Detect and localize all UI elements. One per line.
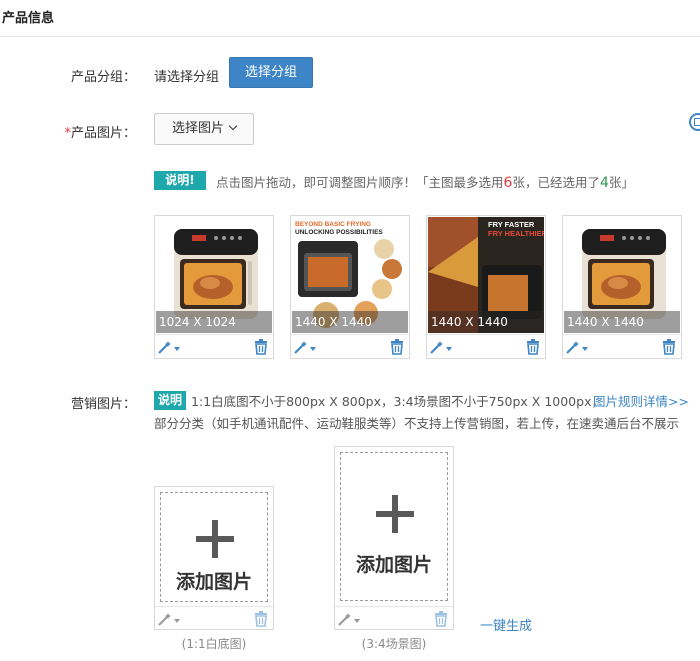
magic-wand-menu[interactable] — [294, 339, 316, 355]
magic-wand-icon — [294, 341, 307, 354]
add-image-dropzone[interactable]: 添加图片 — [340, 452, 448, 601]
delete-image-button[interactable] — [434, 611, 448, 631]
product-thumbnail[interactable]: 1440 X 1440 — [564, 217, 680, 333]
delete-image-button[interactable] — [254, 339, 268, 359]
marketing-size-rules: 1:1白底图不小于800px X 800px，3:4场景图不小于750px X … — [191, 394, 604, 409]
card-toolbar — [291, 334, 409, 359]
select-images-label: 选择图片 — [171, 121, 224, 136]
caret-down-icon — [446, 346, 452, 351]
image-size-label: 1440 X 1440 — [564, 311, 680, 333]
chevron-down-icon — [228, 121, 238, 131]
thumb-overlay-line2: UNLOCKING POSSIBILITIES — [295, 229, 383, 236]
image-bank-icon[interactable] — [689, 113, 700, 131]
scene-image-caption: (3:4场景图) — [361, 637, 427, 651]
card-toolbar — [427, 334, 545, 359]
add-image-label: 添加图片 — [175, 571, 252, 593]
magic-wand-icon — [158, 341, 171, 354]
note-text-b: 张，已经选用了 — [512, 175, 600, 190]
used-count: 4 — [599, 175, 609, 191]
caret-down-icon — [354, 618, 360, 623]
marketing-note-tag: 说明 — [154, 391, 186, 410]
magic-wand-icon — [338, 613, 351, 626]
caret-down-icon — [582, 346, 588, 351]
trash-icon — [435, 611, 447, 627]
note-text-a: 点击图片拖动，即可调整图片顺序！「主图最多选用 — [216, 175, 504, 190]
caret-down-icon — [174, 618, 180, 623]
add-square-image-card[interactable]: 添加图片 — [154, 486, 274, 630]
magic-wand-menu[interactable] — [158, 611, 180, 627]
magic-wand-menu[interactable] — [158, 339, 180, 355]
card-toolbar — [155, 606, 273, 630]
group-value: 请选择分组 — [154, 70, 220, 85]
product-thumbnail[interactable]: 1024 X 1024 — [156, 217, 272, 333]
plus-icon — [376, 495, 414, 533]
image-size-label: 1440 X 1440 — [292, 311, 408, 333]
note-tag: 说明! — [154, 171, 206, 190]
delete-image-button[interactable] — [662, 339, 676, 359]
delete-image-button[interactable] — [526, 339, 540, 359]
add-image-dropzone[interactable]: 添加图片 — [160, 492, 268, 602]
plus-icon — [196, 520, 234, 558]
magic-wand-menu[interactable] — [338, 611, 360, 627]
image-card[interactable]: 1024 X 1024 — [154, 215, 274, 359]
image-card[interactable]: FRY FASTER FRY HEALTHIER 1440 X 1440 — [426, 215, 546, 359]
select-images-button[interactable]: 选择图片 — [154, 113, 254, 145]
marketing-category-note: 部分分类（如手机通讯配件、运动鞋服类等）不支持上传营销图，若上传，在速卖通后台不… — [154, 416, 680, 431]
images-label: 产品图片： — [70, 126, 136, 141]
product-thumbnail[interactable]: FRY FASTER FRY HEALTHIER 1440 X 1440 — [428, 217, 544, 333]
magic-wand-menu[interactable] — [566, 339, 588, 355]
group-label: 产品分组： — [70, 70, 136, 85]
trash-icon — [391, 339, 403, 355]
caret-down-icon — [174, 346, 180, 351]
card-toolbar — [335, 606, 453, 630]
marketing-label: 营销图片： — [70, 397, 136, 412]
thumb-overlay-line2: FRY HEALTHIER — [488, 229, 544, 238]
trash-icon — [663, 339, 675, 355]
image-size-label: 1024 X 1024 — [156, 311, 272, 333]
trash-icon — [527, 339, 539, 355]
caret-down-icon — [310, 346, 316, 351]
magic-wand-icon — [566, 341, 579, 354]
image-card[interactable]: 1440 X 1440 — [562, 215, 682, 359]
images-label-row: *产品图片： — [0, 122, 136, 141]
thumb-overlay-line1: BEYOND BASIC FRYING — [295, 221, 371, 228]
image-card[interactable]: BEYOND BASIC FRYING UNLOCKING POSSIBILIT… — [290, 215, 410, 359]
thumb-overlay-line1: FRY FASTER — [488, 220, 535, 229]
trash-icon — [255, 339, 267, 355]
magic-wand-icon — [430, 341, 443, 354]
add-scene-image-card[interactable]: 添加图片 — [334, 446, 454, 630]
note-text: 点击图片拖动，即可调整图片顺序！「主图最多选用6张，已经选用了4张」 — [216, 172, 634, 191]
magic-wand-icon — [158, 613, 171, 626]
delete-image-button[interactable] — [254, 611, 268, 631]
section-header: 产品信息 — [0, 0, 700, 37]
card-toolbar — [563, 334, 681, 359]
magic-wand-menu[interactable] — [430, 339, 452, 355]
one-click-generate-link[interactable]: 一键生成 — [480, 615, 532, 634]
section-title: 产品信息 — [2, 11, 55, 26]
square-image-caption: (1:1白底图) — [181, 637, 247, 651]
product-thumbnail[interactable]: BEYOND BASIC FRYING UNLOCKING POSSIBILIT… — [292, 217, 408, 333]
add-image-label: 添加图片 — [355, 554, 432, 576]
card-toolbar — [155, 334, 273, 359]
trash-icon — [255, 611, 267, 627]
image-size-label: 1440 X 1440 — [428, 311, 544, 333]
note-text-c: 张」 — [608, 175, 634, 190]
select-group-button[interactable]: 选择分组 — [229, 57, 313, 88]
image-rules-link[interactable]: 图片规则详情>> — [593, 391, 689, 410]
delete-image-button[interactable] — [390, 339, 404, 359]
